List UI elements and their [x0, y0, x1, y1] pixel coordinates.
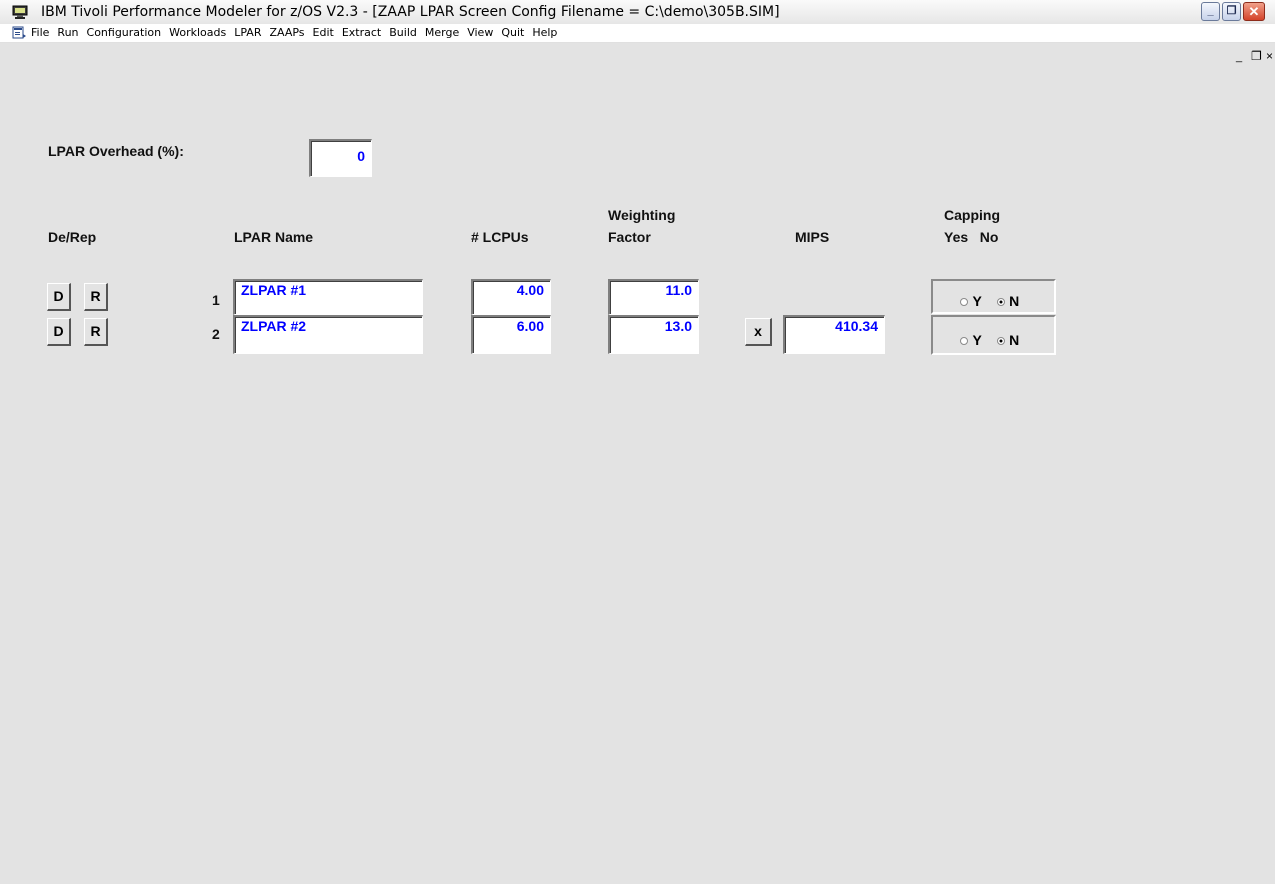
mdi-close-button[interactable]: × [1266, 49, 1273, 63]
menu-quit[interactable]: Quit [501, 26, 524, 42]
restore-button[interactable]: ❐ [1222, 2, 1241, 21]
menu-workloads[interactable]: Workloads [169, 26, 226, 42]
row-number: 2 [212, 326, 220, 342]
mips-header: MIPS [795, 229, 830, 245]
menu-help[interactable]: Help [532, 26, 557, 42]
capping-group: Y N [931, 315, 1056, 355]
derep-header: De/Rep [48, 229, 97, 245]
capping-yes-radio[interactable] [960, 336, 968, 345]
window-title: IBM Tivoli Performance Modeler for z/OS … [41, 4, 780, 20]
lcpus-input[interactable]: 6.00 [471, 315, 551, 354]
delete-button[interactable]: D [47, 318, 71, 346]
app-monitor-icon [12, 5, 28, 19]
menu-configuration[interactable]: Configuration [87, 26, 162, 42]
capping-no-radio[interactable] [996, 297, 1005, 306]
menu-merge[interactable]: Merge [425, 26, 459, 42]
menu-bar: File Run Configuration Workloads LPAR ZA… [0, 24, 1275, 63]
delete-button[interactable]: D [47, 283, 71, 311]
lcpus-header: # LCPUs [471, 229, 529, 245]
menu-edit[interactable]: Edit [313, 26, 334, 42]
close-button[interactable]: ✕ [1243, 2, 1265, 21]
mips-value-field: 410.34 [783, 315, 885, 354]
capping-yes-label: Y [972, 332, 982, 348]
menu-run[interactable]: Run [57, 26, 78, 42]
menu-lpar[interactable]: LPAR [234, 26, 261, 42]
menu-file[interactable]: File [31, 26, 49, 42]
capping-no-label: N [1009, 293, 1020, 309]
lpar-overhead-label: LPAR Overhead (%): [48, 143, 184, 159]
capping-group: Y N [931, 279, 1056, 314]
menu-items: File Run Configuration Workloads LPAR ZA… [31, 26, 557, 42]
row-number: 1 [212, 292, 220, 308]
capping-header-line1: Capping [944, 207, 1000, 223]
weighting-header-line1: Weighting [608, 207, 676, 223]
title-bar: IBM Tivoli Performance Modeler for z/OS … [0, 0, 1275, 25]
mdi-restore-button[interactable]: ❐ [1251, 49, 1262, 63]
menu-view[interactable]: View [467, 26, 493, 42]
lpar-name-header: LPAR Name [234, 229, 314, 245]
replicate-button[interactable]: R [84, 318, 108, 346]
minimize-button[interactable]: _ [1201, 2, 1220, 21]
weighting-header-line2: Factor [608, 229, 651, 245]
mdi-minimize-button[interactable]: _ [1236, 51, 1242, 63]
capping-radios: Y N [960, 332, 1019, 350]
lcpus-input[interactable]: 4.00 [471, 279, 551, 315]
lpar-name-input[interactable]: ZLPAR #2 [233, 315, 423, 354]
document-window-icon[interactable] [12, 26, 26, 39]
lpar-name-input[interactable]: ZLPAR #1 [233, 279, 423, 315]
replicate-button[interactable]: R [84, 283, 108, 311]
capping-no-label: N [1009, 332, 1020, 348]
capping-header-line2: Yes No [944, 229, 999, 245]
weighting-input[interactable]: 11.0 [608, 279, 699, 315]
mips-calculate-button[interactable]: x [745, 318, 772, 346]
weighting-input[interactable]: 13.0 [608, 315, 699, 354]
menu-zaaps[interactable]: ZAAPs [269, 26, 304, 42]
lpar-overhead-input[interactable]: 0 [309, 139, 372, 177]
capping-radios: Y N [960, 293, 1019, 311]
capping-no-radio[interactable] [996, 336, 1005, 345]
capping-yes-radio[interactable] [960, 297, 968, 306]
menu-build[interactable]: Build [389, 26, 417, 42]
menu-extract[interactable]: Extract [342, 26, 381, 42]
capping-yes-label: Y [972, 293, 982, 309]
